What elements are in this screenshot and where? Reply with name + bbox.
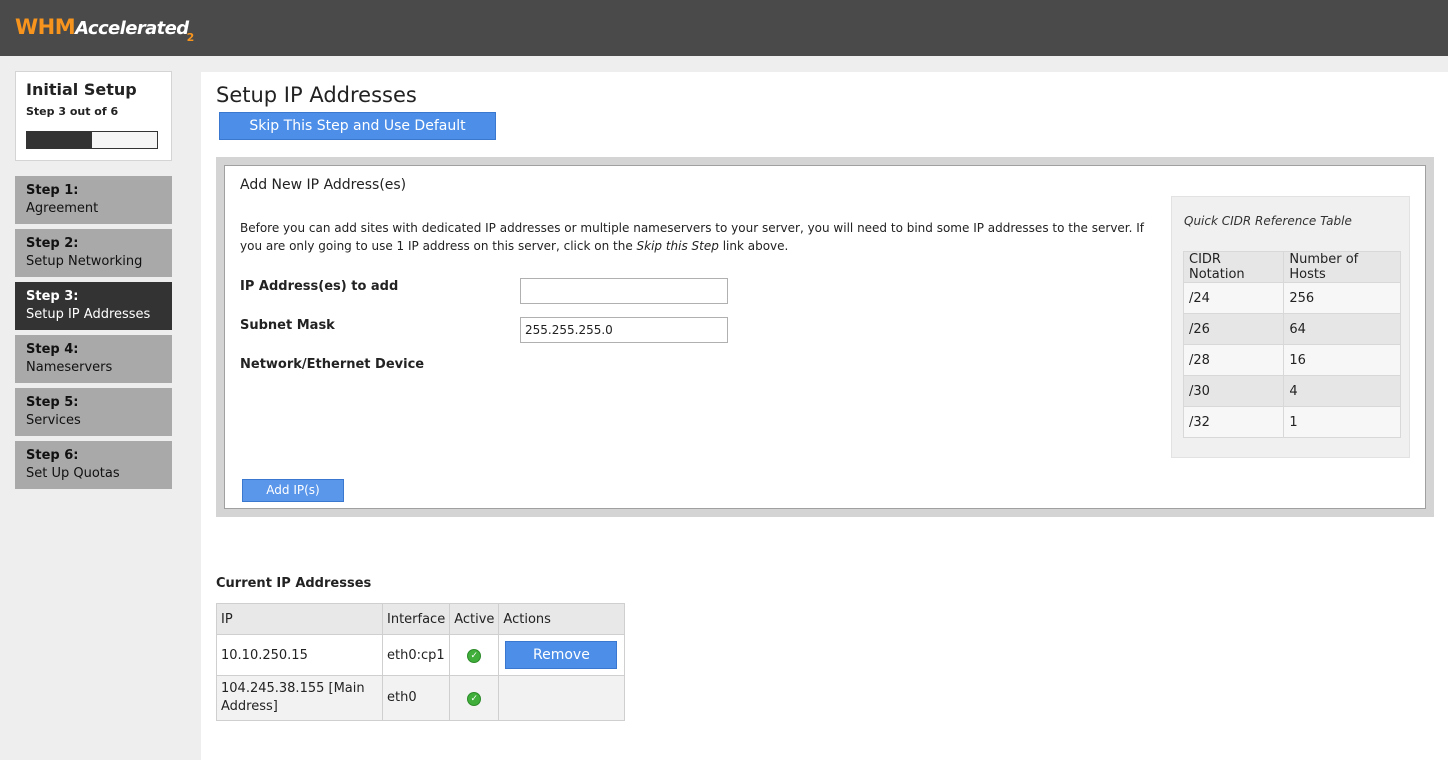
cidr-header-row: CIDR Notation Number of Hosts bbox=[1182, 251, 1401, 283]
cidr-row: /26 64 bbox=[1182, 313, 1401, 345]
cidr-hosts-cell: 64 bbox=[1283, 313, 1401, 345]
step-label: Setup Networking bbox=[26, 254, 143, 269]
table-row: 10.10.250.15 eth0:cp1 ✓ Remove bbox=[216, 634, 626, 676]
step-number: Step 3: bbox=[26, 289, 79, 304]
actions-cell: Remove bbox=[498, 634, 626, 676]
cidr-notation-cell: /30 bbox=[1182, 375, 1285, 407]
step-label: Setup IP Addresses bbox=[26, 307, 151, 322]
active-cell: ✓ bbox=[449, 675, 500, 721]
current-ip-table: IP Interface Active Actions 10.10.250.15… bbox=[216, 603, 626, 721]
ip-header-interface: Interface bbox=[381, 603, 451, 635]
step-number: Step 6: bbox=[26, 448, 79, 463]
skip-step-reference: Skip this Step bbox=[636, 239, 719, 253]
sidebar: Initial Setup Step 3 out of 6 Step 1: Ag… bbox=[0, 56, 201, 760]
top-bar: WHMAccelerated2 bbox=[0, 0, 1448, 56]
cidr-caption: Quick CIDR Reference Table bbox=[1184, 214, 1352, 228]
step-label: Set Up Quotas bbox=[26, 466, 120, 481]
actions-cell bbox=[498, 675, 626, 721]
ip-cell: 104.245.38.155 [Main Address] bbox=[216, 675, 383, 721]
cidr-table: CIDR Notation Number of Hosts /24 256 /2… bbox=[1182, 251, 1401, 438]
setup-progress-box: Initial Setup Step 3 out of 6 bbox=[15, 71, 172, 161]
add-ip-panel-frame: Add New IP Address(es) Before you can ad… bbox=[216, 157, 1434, 517]
cidr-row: /30 4 bbox=[1182, 375, 1401, 407]
cidr-row: /24 256 bbox=[1182, 282, 1401, 314]
main-content: Setup IP Addresses Skip This Step and Us… bbox=[201, 72, 1448, 760]
step-label: Nameservers bbox=[26, 360, 113, 375]
ip-address-label: IP Address(es) to add bbox=[240, 279, 399, 294]
cidr-notation-cell: /28 bbox=[1182, 344, 1285, 376]
logo-sub-text: 2 bbox=[186, 31, 195, 44]
cidr-hosts-cell: 16 bbox=[1283, 344, 1401, 376]
step-label: Agreement bbox=[26, 201, 99, 216]
cidr-header-notation: CIDR Notation bbox=[1182, 251, 1285, 283]
cidr-notation-cell: /32 bbox=[1182, 406, 1285, 438]
skip-step-button[interactable]: Skip This Step and Use Default Settings bbox=[219, 112, 496, 160]
ip-header-ip: IP bbox=[216, 603, 383, 635]
sidebar-step-set-up-quotas[interactable]: Step 6: Set Up Quotas bbox=[15, 441, 172, 489]
setup-title: Initial Setup bbox=[26, 80, 137, 99]
interface-cell: eth0 bbox=[381, 675, 451, 721]
cidr-notation-cell: /26 bbox=[1182, 313, 1285, 345]
ip-address-input[interactable] bbox=[520, 278, 728, 304]
page-title: Setup IP Addresses bbox=[216, 83, 417, 107]
cidr-header-hosts: Number of Hosts bbox=[1283, 251, 1401, 283]
cidr-hosts-cell: 4 bbox=[1283, 375, 1401, 407]
whm-logo[interactable]: WHMAccelerated2 bbox=[15, 15, 196, 44]
panel-title: Add New IP Address(es) bbox=[240, 177, 407, 193]
step-number: Step 2: bbox=[26, 236, 79, 251]
current-ip-title: Current IP Addresses bbox=[216, 576, 372, 591]
logo-accent-text: Accelerated bbox=[75, 18, 189, 39]
network-device-label: Network/Ethernet Device bbox=[240, 357, 425, 372]
sidebar-step-setup-ip-addresses[interactable]: Step 3: Setup IP Addresses bbox=[15, 282, 172, 330]
logo-main-text: WHM bbox=[15, 15, 76, 39]
subnet-mask-label: Subnet Mask bbox=[240, 318, 335, 333]
ip-header-actions: Actions bbox=[498, 603, 626, 635]
step-number: Step 4: bbox=[26, 342, 79, 357]
remove-ip-button[interactable]: Remove bbox=[505, 641, 618, 669]
step-number: Step 1: bbox=[26, 183, 79, 198]
ip-table-header-row: IP Interface Active Actions bbox=[216, 603, 626, 635]
step-number: Step 5: bbox=[26, 395, 79, 410]
ip-header-active: Active bbox=[449, 603, 500, 635]
add-ips-button[interactable]: Add IP(s) bbox=[242, 479, 344, 502]
cidr-row: /28 16 bbox=[1182, 344, 1401, 376]
subnet-mask-input[interactable] bbox=[520, 317, 728, 343]
ip-cell: 10.10.250.15 bbox=[216, 634, 383, 676]
active-check-icon: ✓ bbox=[467, 692, 482, 706]
setup-progress-fill bbox=[27, 132, 92, 148]
setup-progress-bar bbox=[26, 131, 158, 149]
cidr-notation-cell: /24 bbox=[1182, 282, 1285, 314]
panel-description: Before you can add sites with dedicated … bbox=[240, 219, 1155, 255]
sidebar-step-nameservers[interactable]: Step 4: Nameservers bbox=[15, 335, 172, 383]
active-cell: ✓ bbox=[449, 634, 500, 676]
table-row: 104.245.38.155 [Main Address] eth0 ✓ bbox=[216, 675, 626, 721]
sidebar-step-agreement[interactable]: Step 1: Agreement bbox=[15, 176, 172, 224]
cidr-hosts-cell: 1 bbox=[1283, 406, 1401, 438]
add-ip-panel: Add New IP Address(es) Before you can ad… bbox=[224, 165, 1426, 509]
interface-cell: eth0:cp1 bbox=[381, 634, 451, 676]
cidr-reference-box: Quick CIDR Reference Table CIDR Notation… bbox=[1171, 196, 1410, 458]
sidebar-step-services[interactable]: Step 5: Services bbox=[15, 388, 172, 436]
desc-text-2: link above. bbox=[718, 239, 789, 253]
step-label: Services bbox=[26, 413, 81, 428]
cidr-hosts-cell: 256 bbox=[1283, 282, 1401, 314]
setup-step-count: Step 3 out of 6 bbox=[26, 105, 119, 118]
cidr-row: /32 1 bbox=[1182, 406, 1401, 438]
sidebar-step-setup-networking[interactable]: Step 2: Setup Networking bbox=[15, 229, 172, 277]
active-check-icon: ✓ bbox=[467, 649, 482, 663]
